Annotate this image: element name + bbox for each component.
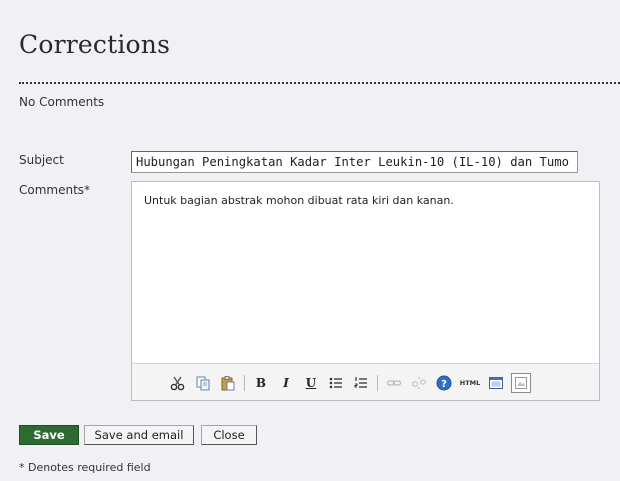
no-comments-text: No Comments	[19, 95, 105, 109]
fullscreen-icon[interactable]	[486, 373, 506, 393]
underline-icon[interactable]: U	[301, 373, 321, 393]
required-field-note: * Denotes required field	[19, 461, 151, 474]
comments-label: Comments*	[19, 183, 91, 197]
subject-input[interactable]: Hubungan Peningkatan Kadar Inter Leukin-…	[131, 151, 578, 173]
title-divider	[19, 82, 620, 84]
comments-editor[interactable]: Untuk bagian abstrak mohon dibuat rata k…	[131, 181, 600, 401]
image-icon[interactable]	[511, 373, 531, 393]
corrections-page: Corrections No Comments Subject Hubungan…	[0, 0, 620, 481]
svg-text:?: ?	[441, 379, 447, 390]
cut-icon[interactable]	[168, 373, 188, 393]
link-icon[interactable]	[384, 373, 404, 393]
italic-icon[interactable]: I	[276, 373, 296, 393]
subject-label: Subject	[19, 153, 64, 167]
html-icon[interactable]: HTML	[459, 373, 481, 393]
toolbar-separator	[244, 375, 245, 391]
bold-icon[interactable]: B	[251, 373, 271, 393]
page-title: Corrections	[19, 30, 171, 59]
paste-icon[interactable]	[218, 373, 238, 393]
editor-toolbar: B I U ? HTML	[132, 363, 599, 400]
bullet-list-icon[interactable]	[326, 373, 346, 393]
close-button[interactable]: Close	[201, 425, 257, 445]
toolbar-buttons: B I U ? HTML	[168, 373, 536, 393]
help-icon[interactable]: ?	[434, 373, 454, 393]
copy-icon[interactable]	[193, 373, 213, 393]
numbered-list-icon[interactable]	[351, 373, 371, 393]
comments-text[interactable]: Untuk bagian abstrak mohon dibuat rata k…	[144, 194, 454, 207]
save-button[interactable]: Save	[19, 425, 79, 445]
save-and-email-button[interactable]: Save and email	[84, 425, 194, 445]
unlink-icon[interactable]	[409, 373, 429, 393]
toolbar-separator	[377, 375, 378, 391]
